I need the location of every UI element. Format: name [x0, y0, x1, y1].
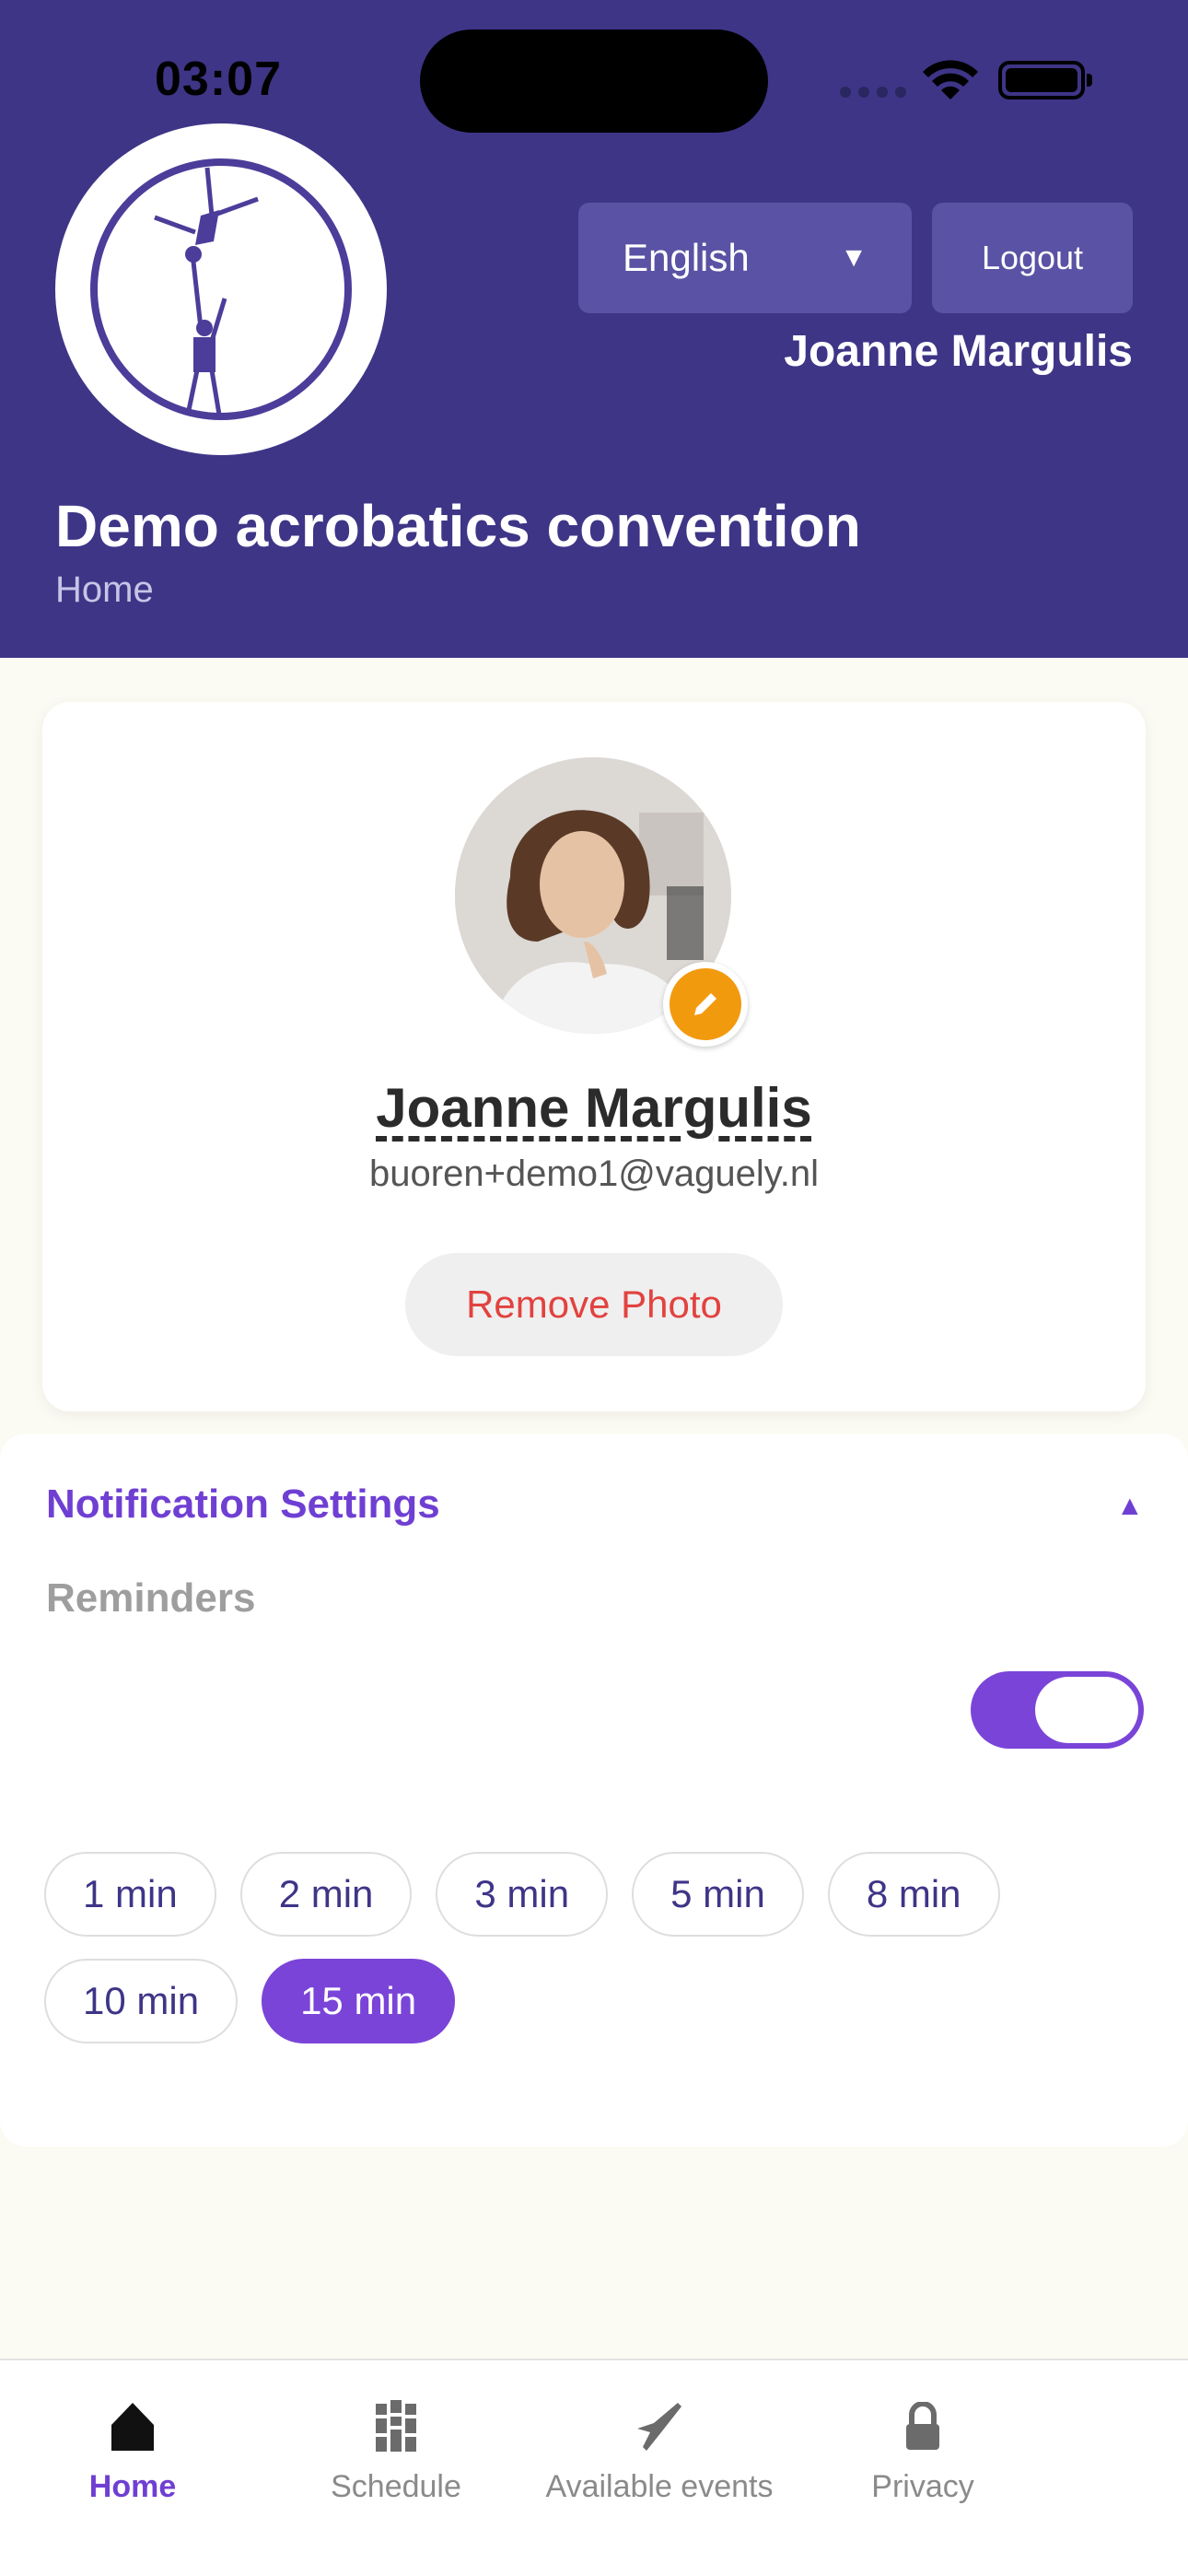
bottom-tab-bar: Home Schedule Available events Privacy	[0, 2359, 1188, 2576]
notification-settings: Notification Settings ▲ Reminders 1 min …	[0, 1434, 1188, 2147]
reminder-option-5-min[interactable]: 5 min	[632, 1852, 804, 1937]
reminder-option-3-min[interactable]: 3 min	[436, 1852, 609, 1937]
breadcrumb: Home	[55, 569, 154, 610]
pencil-icon	[694, 993, 716, 1015]
reminders-label: Reminders	[46, 1575, 256, 1621]
profile-card: Joanne Margulis buoren+demo1@vaguely.nl …	[42, 702, 1146, 1411]
header-user-name: Joanne Margulis	[784, 327, 1133, 376]
remove-photo-button[interactable]: Remove Photo	[405, 1253, 783, 1356]
reminder-option-1-min[interactable]: 1 min	[44, 1852, 216, 1937]
reminders-toggle[interactable]	[971, 1671, 1144, 1749]
tab-schedule[interactable]: Schedule	[263, 2397, 529, 2517]
tab-available-events[interactable]: Available events	[527, 2397, 792, 2517]
notification-settings-title[interactable]: Notification Settings	[46, 1481, 440, 1528]
home-icon	[103, 2397, 162, 2456]
convention-logo	[55, 123, 387, 455]
chevron-up-icon[interactable]: ▲	[1116, 1491, 1144, 1522]
reminder-option-8-min[interactable]: 8 min	[827, 1852, 1000, 1937]
chevron-down-icon: ▼	[840, 242, 868, 273]
schedule-icon	[367, 2397, 425, 2456]
tab-schedule-label: Schedule	[331, 2469, 461, 2504]
reminder-option-2-min[interactable]: 2 min	[239, 1852, 413, 1937]
status-time: 03:07	[155, 53, 282, 106]
wifi-icon	[923, 60, 978, 100]
reminder-option-10-min[interactable]: 10 min	[44, 1959, 239, 2043]
battery-icon	[998, 61, 1092, 100]
dynamic-island	[420, 29, 768, 133]
tab-privacy[interactable]: Privacy	[790, 2397, 1055, 2517]
page-title: Demo acrobatics convention	[55, 493, 861, 559]
tab-home[interactable]: Home	[0, 2397, 265, 2517]
language-selected: English	[623, 236, 750, 279]
reminder-option-15-min[interactable]: 15 min	[262, 1959, 456, 2043]
tab-available-events-label: Available events	[545, 2469, 774, 2504]
profile-name[interactable]: Joanne Margulis	[42, 1076, 1146, 1140]
language-select[interactable]: English ▼	[578, 203, 912, 313]
app-header: 03:07 English ▼ Logout Joanne Margulis D…	[0, 0, 1188, 658]
edit-photo-button[interactable]	[663, 962, 748, 1047]
profile-email: buoren+demo1@vaguely.nl	[369, 1153, 819, 1194]
logout-button[interactable]: Logout	[932, 203, 1133, 313]
toggle-knob	[1035, 1677, 1138, 1743]
lock-icon	[893, 2397, 952, 2456]
tab-privacy-label: Privacy	[871, 2469, 974, 2504]
tab-home-label: Home	[88, 2469, 177, 2504]
events-icon	[630, 2397, 689, 2456]
reminder-options: 1 min 2 min 3 min 5 min 8 min 10 min 15 …	[44, 1852, 1057, 2043]
signal-icon	[840, 87, 906, 98]
